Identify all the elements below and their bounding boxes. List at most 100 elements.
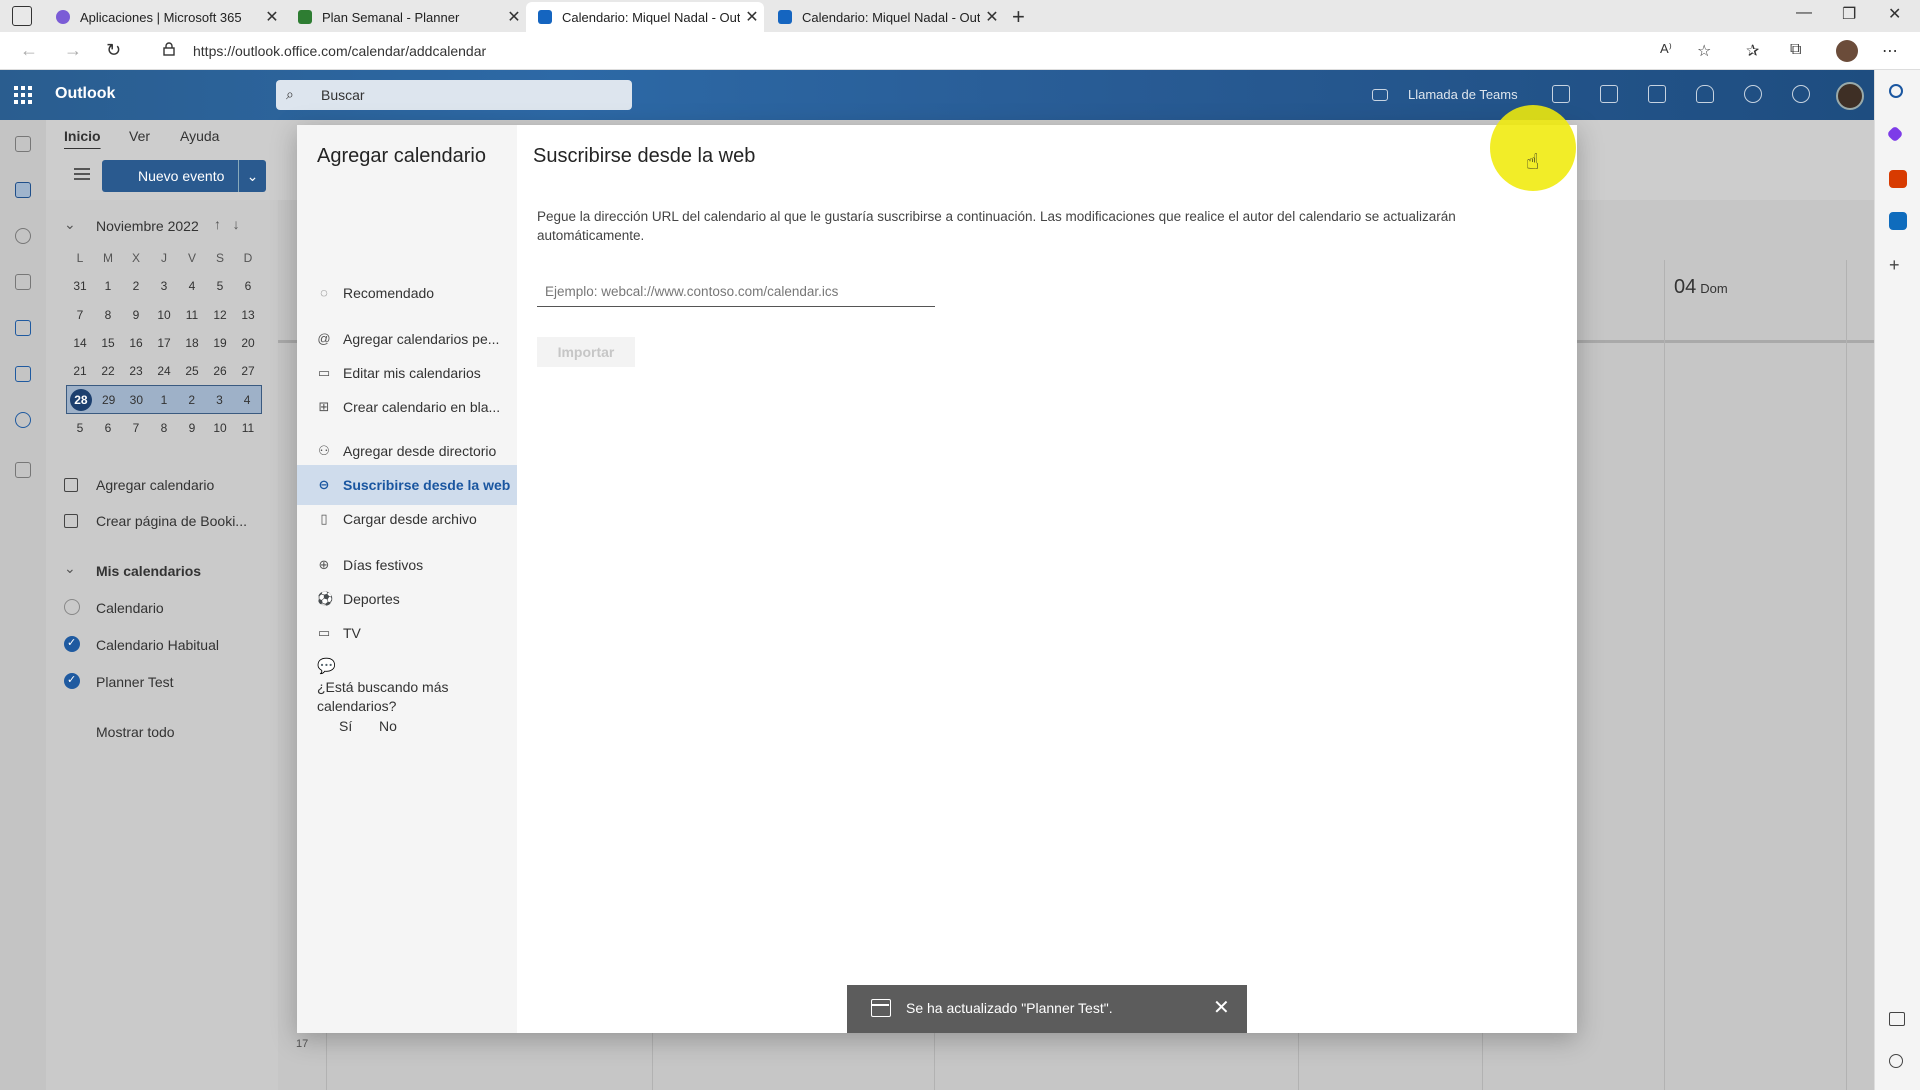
- onedrive-icon[interactable]: [15, 412, 31, 428]
- feedback-yes-button[interactable]: Sí: [339, 718, 352, 734]
- tab-ayuda[interactable]: Ayuda: [180, 128, 219, 144]
- calendar-name[interactable]: Planner Test: [96, 674, 174, 690]
- browser-tab-planner[interactable]: Plan Semanal - Planner ✕: [286, 2, 526, 32]
- app-title[interactable]: Outlook: [55, 85, 115, 103]
- mini-calendar-day[interactable]: 8: [150, 421, 178, 435]
- add-icon[interactable]: +: [1889, 256, 1907, 274]
- chevron-down-icon[interactable]: ⌄: [64, 216, 76, 233]
- search-icon[interactable]: [1889, 84, 1903, 98]
- calendar-url-input[interactable]: [537, 277, 935, 307]
- tab-inicio[interactable]: Inicio: [64, 128, 101, 144]
- tab-actions-icon[interactable]: [12, 6, 32, 26]
- close-icon[interactable]: ✕: [260, 7, 284, 27]
- mini-calendar-day[interactable]: 14: [66, 336, 94, 350]
- favorite-icon[interactable]: ☆: [1697, 41, 1711, 61]
- mini-calendar-day[interactable]: 23: [122, 364, 150, 378]
- dialog-nav-item[interactable]: ◌ Recomendado: [297, 273, 517, 313]
- outlook-icon[interactable]: [1889, 212, 1907, 230]
- browser-tab-outlook[interactable]: Calendario: Miquel Nadal - Outlo ✕: [766, 2, 1004, 32]
- mini-calendar-day[interactable]: 11: [178, 308, 206, 322]
- mini-calendar-day[interactable]: 5: [206, 279, 234, 293]
- teams-call-button[interactable]: Llamada de Teams: [1408, 87, 1518, 102]
- user-avatar[interactable]: [1836, 82, 1864, 110]
- mini-calendar-day[interactable]: 7: [66, 308, 94, 322]
- close-icon[interactable]: ✕: [980, 7, 1004, 27]
- restore-icon[interactable]: ❐: [1842, 4, 1856, 24]
- close-icon[interactable]: ✕: [1213, 995, 1230, 1020]
- mini-calendar-day[interactable]: 5: [66, 421, 94, 435]
- mini-calendar-day[interactable]: 6: [94, 421, 122, 435]
- add-calendar-link[interactable]: Agregar calendario: [96, 477, 214, 493]
- new-tab-icon[interactable]: +: [1012, 4, 1025, 30]
- dialog-nav-item[interactable]: ⊞ Crear calendario en bla...: [297, 387, 517, 427]
- office-icon[interactable]: [1600, 85, 1618, 103]
- feedback-no-button[interactable]: No: [379, 718, 397, 734]
- mini-calendar-day[interactable]: 9: [122, 308, 150, 322]
- menu-icon[interactable]: [74, 168, 90, 180]
- browser-tab-outlook-active[interactable]: Calendario: Miquel Nadal - Outlo ✕: [526, 2, 764, 32]
- dialog-nav-item[interactable]: ▭ TV: [297, 613, 517, 653]
- favorites-icon[interactable]: ✰: [1746, 41, 1759, 61]
- more-icon[interactable]: ⋯: [1882, 41, 1898, 61]
- month-nav-icons[interactable]: ↑ ↓: [214, 216, 240, 232]
- forward-icon[interactable]: →: [64, 40, 82, 61]
- yammer-icon[interactable]: [15, 366, 31, 382]
- mini-calendar-day[interactable]: 3: [150, 279, 178, 293]
- mini-calendar-day[interactable]: 10: [206, 421, 234, 435]
- search-box[interactable]: ⌕ Buscar: [276, 80, 632, 110]
- app-launcher-icon[interactable]: [14, 86, 32, 104]
- mini-calendar-day[interactable]: 11: [234, 421, 262, 435]
- browser-profile-avatar[interactable]: [1836, 40, 1858, 62]
- mini-calendar-month[interactable]: Noviembre 2022: [96, 218, 199, 234]
- mini-calendar-day[interactable]: 15: [94, 336, 122, 350]
- mini-calendar-day[interactable]: 9: [178, 421, 206, 435]
- mini-calendar-day[interactable]: 13: [234, 308, 262, 322]
- new-event-button[interactable]: Nuevo evento ⌄: [102, 160, 266, 192]
- mini-calendar-day[interactable]: 16: [122, 336, 150, 350]
- url-text[interactable]: https://outlook.office.com/calendar/addc…: [193, 43, 486, 59]
- my-calendars-heading[interactable]: Mis calendarios: [96, 563, 201, 579]
- mini-calendar-day[interactable]: 30: [122, 393, 150, 407]
- collections-icon[interactable]: ⧉: [1790, 41, 1801, 59]
- mini-calendar-day[interactable]: 4: [233, 393, 261, 407]
- chevron-down-icon[interactable]: ⌄: [238, 160, 266, 192]
- calendar-share-icon[interactable]: [1648, 85, 1666, 103]
- mini-calendar-day[interactable]: 12: [206, 308, 234, 322]
- mini-calendar-day[interactable]: 31: [66, 279, 94, 293]
- mini-calendar-day[interactable]: 18: [178, 336, 206, 350]
- lock-icon[interactable]: [163, 42, 175, 56]
- mini-calendar-day[interactable]: 1: [150, 393, 178, 407]
- mini-calendar-day[interactable]: 7: [122, 421, 150, 435]
- calendar-checkbox[interactable]: [64, 636, 80, 652]
- mini-calendar-day[interactable]: 2: [178, 393, 206, 407]
- dialog-nav-item[interactable]: ▯ Cargar desde archivo: [297, 499, 517, 539]
- refresh-icon[interactable]: ↻: [106, 40, 121, 61]
- mini-calendar-day[interactable]: 21: [66, 364, 94, 378]
- back-icon[interactable]: ←: [20, 40, 38, 61]
- gear-icon[interactable]: [1744, 85, 1762, 103]
- todo-icon[interactable]: [15, 320, 31, 336]
- tips-icon[interactable]: [1792, 85, 1810, 103]
- gear-icon[interactable]: [1889, 1054, 1903, 1068]
- mini-calendar-day[interactable]: 27: [234, 364, 262, 378]
- mini-calendar-day[interactable]: 25: [178, 364, 206, 378]
- minimize-icon[interactable]: —: [1796, 4, 1812, 22]
- chat-icon[interactable]: [1552, 85, 1570, 103]
- mini-calendar-day[interactable]: 24: [150, 364, 178, 378]
- chevron-down-icon[interactable]: ⌄: [64, 560, 76, 577]
- attach-icon[interactable]: [15, 274, 31, 290]
- mini-calendar-day[interactable]: 8: [94, 308, 122, 322]
- browser-tab-m365[interactable]: Aplicaciones | Microsoft 365 ✕: [44, 2, 284, 32]
- calendar-name[interactable]: Calendario Habitual: [96, 637, 219, 653]
- mini-calendar-day[interactable]: 4: [178, 279, 206, 293]
- mini-calendar-day[interactable]: 19: [206, 336, 234, 350]
- bookings-link[interactable]: Crear página de Booki...: [96, 513, 247, 529]
- mini-calendar-day[interactable]: 17: [150, 336, 178, 350]
- calendar-name[interactable]: Calendario: [96, 600, 164, 616]
- mini-calendar-day[interactable]: 6: [234, 279, 262, 293]
- mini-calendar-day[interactable]: 3: [206, 393, 234, 407]
- mini-calendar-day[interactable]: 20: [234, 336, 262, 350]
- apps-icon[interactable]: [15, 462, 31, 478]
- people-icon[interactable]: [15, 228, 31, 244]
- close-icon[interactable]: ✕: [502, 7, 526, 27]
